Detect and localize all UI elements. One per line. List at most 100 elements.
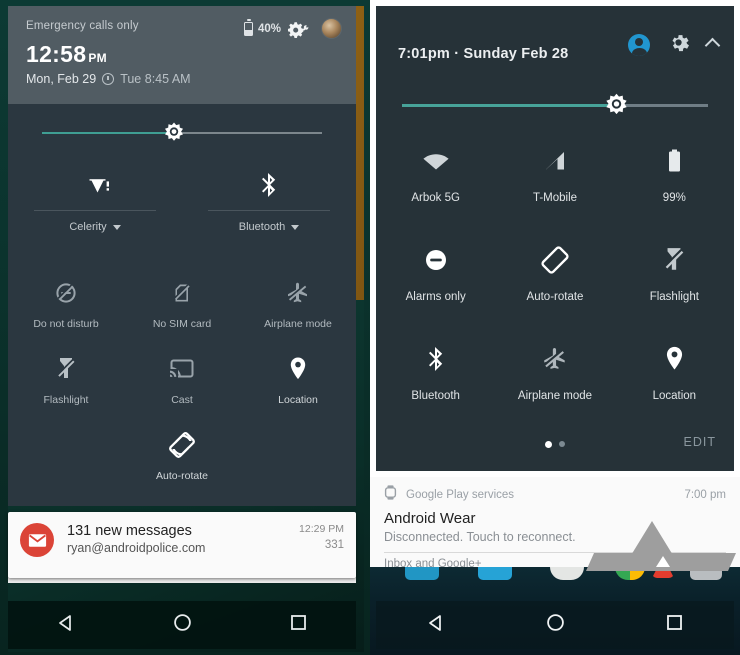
recents-square-icon[interactable] [290,614,307,636]
tile-location[interactable]: Location [615,328,734,427]
battery-full-icon [666,144,683,178]
date-label: Mon, Feb 29 [26,72,97,86]
tile-alarms-only[interactable]: Alarms only [376,229,495,328]
notification-meta: 12:29 PM 331 [299,523,344,551]
back-triangle-icon[interactable] [57,614,75,637]
tile-row: Flashlight Cast Location [8,344,356,420]
edit-button[interactable]: EDIT [684,435,716,449]
do-not-disturb-icon [54,278,78,308]
wifi-icon [78,164,112,206]
status-icons-group: 40% [243,18,342,39]
gear-icon[interactable] [668,32,689,58]
tile-label: Cast [171,394,193,406]
location-icon [664,342,685,376]
avatar[interactable] [321,18,342,39]
tile-airplane-mode[interactable]: Airplane mode [495,328,614,427]
left-status-header: Emergency calls only 40% 12:58 PM Mon, F… [8,6,356,104]
tile-spacer [240,420,356,496]
cast-icon [169,354,195,384]
right-panel-footer: EDIT [376,426,734,462]
app-icon-partial [405,567,439,580]
datetime-label: 7:01pm · Sunday Feb 28 [398,46,569,62]
tile-no-sim-card[interactable]: No SIM card [124,268,240,344]
bluetooth-label: Bluetooth [238,221,286,233]
right-tile-grid: Arbok 5G T-Mobile 99% Alarms only Auto-r… [376,130,734,427]
left-tile-grid: Do not disturb No SIM card Airplane mode… [8,268,356,496]
notification-count: 331 [324,539,344,551]
clock-ampm: PM [88,51,107,65]
tile-row: Arbok 5G T-Mobile 99% [376,130,734,229]
tile-auto-rotate[interactable]: Auto-rotate [124,420,240,496]
clock-time: 12:58 PM [26,41,342,68]
tile-wifi[interactable]: Arbok 5G [376,130,495,229]
app-icon-partial [478,567,512,580]
tile-cell-signal[interactable]: T-Mobile [495,130,614,229]
left-phone-screen: Emergency calls only 40% 12:58 PM Mon, F… [0,0,370,655]
tile-label: 99% [662,192,686,204]
tile-label: Location [652,390,697,402]
notification-time: 7:00 pm [684,489,726,501]
tile-bluetooth[interactable]: Bluetooth [182,164,356,264]
tile-label: Flashlight [649,291,699,303]
home-circle-icon[interactable] [173,613,192,637]
tile-bluetooth-label: Bluetooth [238,221,300,233]
tile-battery[interactable]: 99% [615,130,734,229]
tile-label: Airplane mode [264,318,332,330]
chevron-up-icon[interactable] [704,37,721,53]
page-indicator-dots [545,440,565,448]
cell-signal-icon [543,144,567,178]
brightness-sun-icon[interactable] [162,121,186,150]
gear-wrench-icon[interactable] [287,19,314,39]
recents-square-icon[interactable] [666,614,683,636]
tile-cast[interactable]: Cast [124,344,240,420]
tile-label: Airplane mode [517,390,593,402]
alarms-only-icon [423,243,449,277]
chevron-down-icon[interactable] [291,224,300,230]
user-account-icon[interactable] [628,34,650,56]
page-dot-inactive[interactable] [559,441,565,447]
notification-header: Google Play services 7:00 pm [384,485,726,505]
left-big-tiles: Celerity Bluetooth [8,164,356,264]
no-sim-card-icon [170,278,194,308]
flashlight-off-icon [662,243,686,277]
chevron-down-icon[interactable] [112,224,121,230]
notification-title: 131 new messages [67,523,192,539]
notification-subtitle: ryan@androidpolice.com [67,541,206,555]
app-icon-partial [550,567,584,580]
bluetooth-icon [258,164,280,206]
notification-stack-bottom [8,578,356,583]
tile-auto-rotate[interactable]: Auto-rotate [495,229,614,328]
tile-divider [208,210,330,211]
right-navigation-bar [376,601,734,649]
right-header: 7:01pm · Sunday Feb 28 [376,6,734,76]
date-line: Mon, Feb 29 Tue 8:45 AM [26,72,342,86]
alarm-clock-icon [102,73,115,85]
tile-do-not-disturb[interactable]: Do not disturb [8,268,124,344]
bluetooth-icon [425,342,447,376]
tile-airplane-mode[interactable]: Airplane mode [240,268,356,344]
tile-label: Arbok 5G [411,192,460,204]
tile-label: Flashlight [43,394,89,406]
tile-flashlight[interactable]: Flashlight [615,229,734,328]
tile-location[interactable]: Location [240,344,356,420]
tile-bluetooth[interactable]: Bluetooth [376,328,495,427]
tile-row: Bluetooth Airplane mode Location [376,328,734,427]
back-triangle-icon[interactable] [427,614,445,637]
tile-flashlight[interactable]: Flashlight [8,344,124,420]
right-brightness-slider[interactable] [376,84,734,128]
tile-row: Auto-rotate [8,420,356,496]
auto-rotate-icon [541,243,569,277]
home-circle-icon[interactable] [546,613,565,637]
tile-label: Bluetooth [411,390,460,402]
page-dot-active[interactable] [545,440,552,448]
airplane-mode-off-icon [541,342,569,376]
brightness-sun-icon[interactable] [603,92,630,124]
left-brightness-slider[interactable] [8,104,356,164]
right-quick-settings-panel: 7:01pm · Sunday Feb 28 Arbok 5G T-Mobile… [376,6,734,471]
watermark-overlay-arrow [625,521,679,565]
battery-percent-label: 40% [257,22,281,35]
alarm-label: Tue 8:45 AM [120,72,191,86]
left-quick-settings-panel: Emergency calls only 40% 12:58 PM Mon, F… [8,6,356,506]
tile-wifi[interactable]: Celerity [8,164,182,264]
notification-card[interactable]: 131 new messages ryan@androidpolice.com … [8,512,356,578]
